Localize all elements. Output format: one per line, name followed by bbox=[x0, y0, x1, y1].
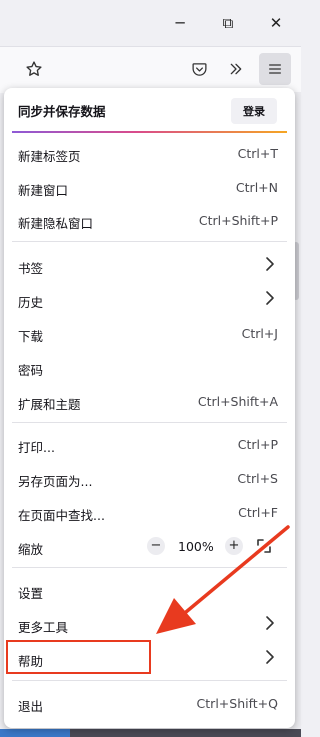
menu-item-label: 历史 bbox=[18, 295, 44, 310]
fullscreen-icon[interactable] bbox=[255, 537, 273, 555]
menu-item-addons-themes[interactable]: 扩展和主题 Ctrl+Shift+A bbox=[4, 386, 295, 418]
zoom-out-button[interactable]: − bbox=[147, 537, 165, 555]
title-bar: ─ ⧉ ✕ bbox=[0, 0, 301, 46]
menu-item-find-in-page[interactable]: 在页面中查找... Ctrl+F bbox=[4, 497, 295, 529]
overflow-button[interactable] bbox=[220, 53, 252, 85]
menu-item-downloads[interactable]: 下载 Ctrl+J bbox=[4, 318, 295, 350]
bookmark-star-button[interactable] bbox=[18, 53, 50, 85]
chevron-right-icon bbox=[266, 291, 274, 305]
menu-item-shortcut: Ctrl+F bbox=[238, 505, 278, 520]
menu-item-passwords[interactable]: 密码 bbox=[4, 352, 295, 384]
app-menu-button[interactable] bbox=[259, 53, 291, 85]
chevron-right-icon bbox=[266, 257, 274, 271]
star-icon bbox=[26, 61, 42, 76]
menu-item-label: 书签 bbox=[18, 261, 44, 276]
menu-item-label: 更多工具 bbox=[18, 620, 69, 635]
close-icon: ✕ bbox=[269, 14, 283, 32]
menu-item-shortcut: Ctrl+S bbox=[237, 471, 278, 486]
taskbar-edge bbox=[0, 729, 301, 737]
menu-item-new-tab[interactable]: 新建标签页 Ctrl+T bbox=[4, 138, 295, 170]
menu-item-print[interactable]: 打印... Ctrl+P bbox=[4, 429, 295, 461]
menu-item-save-page-as[interactable]: 另存页面为... Ctrl+S bbox=[4, 463, 295, 495]
restore-icon: ⧉ bbox=[222, 14, 234, 32]
app-menu-panel: 同步并保存数据 登录 新建标签页 Ctrl+T 新建窗口 Ctrl+N 新建隐私… bbox=[4, 88, 295, 728]
pocket-icon bbox=[191, 62, 207, 76]
menu-item-shortcut: Ctrl+Shift+A bbox=[197, 394, 278, 409]
menu-item-shortcut: Ctrl+Shift+Q bbox=[196, 696, 278, 711]
menu-item-label: 密码 bbox=[18, 363, 44, 378]
menu-item-shortcut: Ctrl+P bbox=[237, 437, 278, 452]
menu-item-shortcut: Ctrl+Shift+P bbox=[198, 213, 278, 228]
menu-item-label: 退出 bbox=[18, 699, 44, 714]
menu-item-label: 在页面中查找... bbox=[18, 508, 105, 523]
menu-item-quit[interactable]: 退出 Ctrl+Shift+Q bbox=[4, 688, 295, 720]
minimize-button[interactable]: ─ bbox=[163, 8, 197, 38]
chevron-right-icon bbox=[266, 650, 274, 664]
restore-button[interactable]: ⧉ bbox=[211, 8, 245, 38]
minimize-icon: ─ bbox=[175, 14, 185, 32]
chevron-right-icon bbox=[266, 616, 274, 630]
sync-divider bbox=[12, 131, 287, 133]
help-highlight-box bbox=[6, 640, 151, 674]
menu-item-history[interactable]: 历史 bbox=[4, 284, 295, 316]
close-button[interactable]: ✕ bbox=[259, 8, 293, 38]
menu-item-new-window[interactable]: 新建窗口 Ctrl+N bbox=[4, 172, 295, 204]
menu-item-label: 打印... bbox=[18, 440, 55, 455]
pocket-button[interactable] bbox=[183, 53, 215, 85]
login-button[interactable]: 登录 bbox=[231, 98, 277, 124]
menu-item-label: 新建隐私窗口 bbox=[18, 216, 94, 231]
hamburger-menu-icon bbox=[269, 64, 281, 74]
overflow-icon bbox=[230, 63, 242, 75]
navigation-toolbar bbox=[0, 46, 301, 93]
zoom-in-button[interactable]: + bbox=[225, 537, 243, 555]
menu-item-settings[interactable]: 设置 bbox=[4, 575, 295, 607]
menu-item-shortcut: Ctrl+J bbox=[241, 326, 278, 341]
menu-separator bbox=[12, 241, 287, 242]
sync-label: 同步并保存数据 bbox=[18, 104, 106, 119]
menu-item-label: 另存页面为... bbox=[18, 474, 93, 489]
sync-row[interactable]: 同步并保存数据 登录 bbox=[4, 88, 295, 132]
menu-item-label: 扩展和主题 bbox=[18, 397, 81, 412]
menu-item-new-private-window[interactable]: 新建隐私窗口 Ctrl+Shift+P bbox=[4, 205, 295, 237]
menu-item-label: 缩放 bbox=[18, 542, 44, 557]
menu-item-label: 设置 bbox=[18, 586, 44, 601]
menu-item-more-tools[interactable]: 更多工具 bbox=[4, 609, 295, 641]
menu-separator bbox=[12, 422, 287, 423]
menu-item-label: 新建标签页 bbox=[18, 149, 81, 164]
menu-item-label: 新建窗口 bbox=[18, 183, 69, 198]
menu-item-shortcut: Ctrl+N bbox=[235, 180, 278, 195]
menu-item-shortcut: Ctrl+T bbox=[237, 146, 278, 161]
menu-item-zoom: 缩放 − 100% + bbox=[4, 531, 295, 563]
menu-item-bookmarks[interactable]: 书签 bbox=[4, 250, 295, 282]
menu-item-label: 下载 bbox=[18, 329, 44, 344]
menu-separator bbox=[12, 680, 287, 681]
zoom-level[interactable]: 100% bbox=[178, 539, 214, 554]
menu-separator bbox=[12, 567, 287, 568]
